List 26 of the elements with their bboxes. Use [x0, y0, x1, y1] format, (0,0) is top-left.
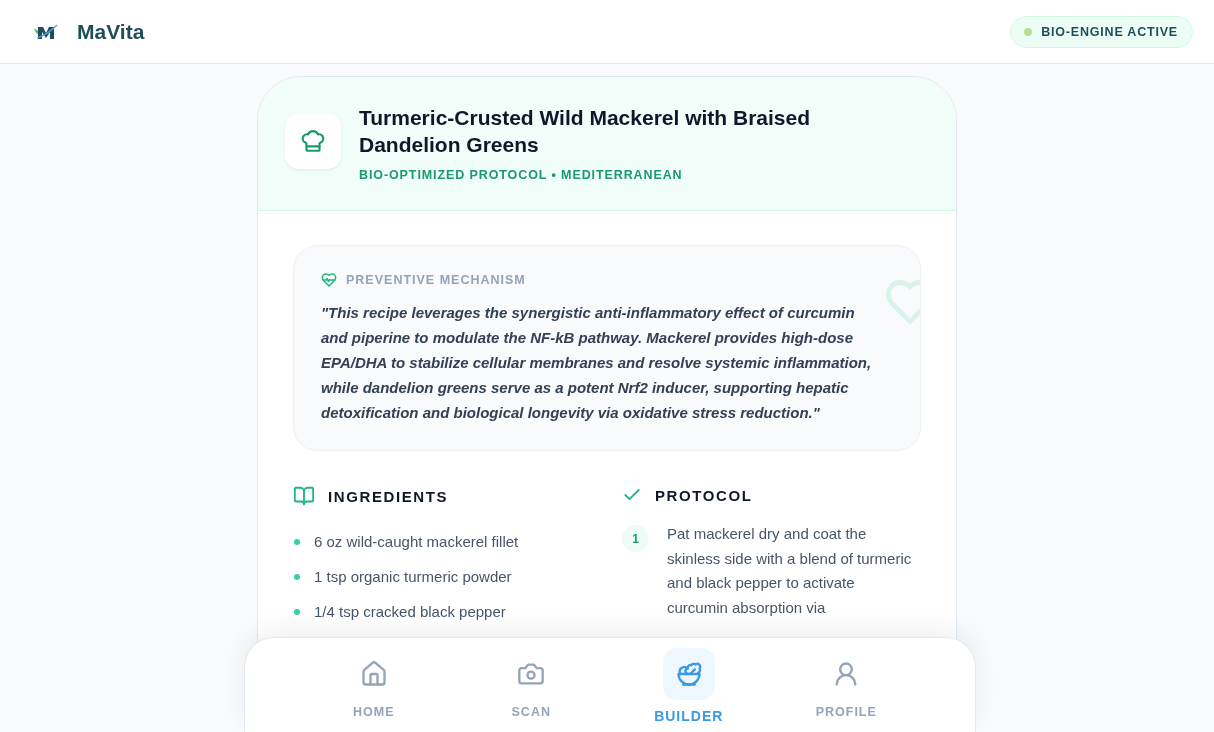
chef-hat-icon	[300, 128, 326, 154]
section-heading: PROTOCOL	[655, 486, 753, 504]
bullet-dot	[294, 608, 300, 615]
step-text: Pat mackerel dry and coat the skinless side with a blend of turmeric and black pepper to activate curcumin absorption via	[667, 524, 912, 618]
house-icon	[359, 660, 388, 688]
ingredient-item: 1/4 tsp cracked black pepper	[314, 603, 506, 620]
ingredient-item: 6 oz wild-caught mackerel fillet	[314, 533, 519, 550]
bullet-dot	[294, 573, 300, 580]
recipe-title: Turmeric-Crusted Wild Mackerel with Braised Dandelion Greens	[359, 105, 812, 158]
section-heading: PREVENTIVE MECHANISM	[346, 273, 526, 287]
app-name: MaVita	[77, 19, 145, 44]
status-label: BIO-ENGINE ACTIVE	[1041, 24, 1178, 39]
nav-tab[interactable]: HOME	[323, 638, 424, 732]
salad-bowl-icon	[674, 660, 703, 688]
heart-pulse-icon	[321, 272, 337, 288]
ingredient-item: 1 tsp organic turmeric powder	[314, 568, 512, 585]
step-number: 1	[622, 525, 649, 552]
open-book-icon	[293, 485, 315, 507]
nav-tab[interactable]: BUILDER	[638, 638, 739, 732]
nav-tab[interactable]: SCAN	[481, 638, 582, 732]
logo-icon	[33, 22, 59, 41]
section-heading: INGREDIENTS	[328, 487, 449, 505]
recipe-subtitle: BIO-OPTIMIZED PROTOCOL • MEDITERRANEAN	[359, 168, 684, 182]
bullet-dot	[294, 538, 300, 545]
nav-tab[interactable]: PROFILE	[796, 638, 897, 732]
mechanism-text: "This recipe leverages the synergistic anti-inflammatory effect of curcumin and piperine to modulate the NF-kB pathway. Mackerel provides high-dose EPA/DHA to stabilize cellular membranes and resolve systemic inflammation, while dandelion greens serve as a potent Nrf2 inducer, supporting hepatic detoxification and biological longevity via oxidative stress reduction."	[321, 303, 873, 423]
